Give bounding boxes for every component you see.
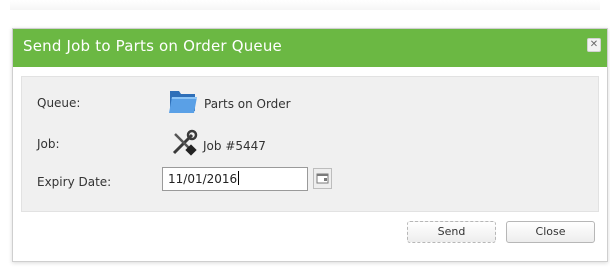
- expiry-date-input[interactable]: 11/01/2016: [162, 167, 308, 191]
- close-button[interactable]: Close: [506, 221, 595, 243]
- calendar-picker-button[interactable]: [313, 168, 332, 189]
- dialog-title: Send Job to Parts on Order Queue: [23, 37, 282, 55]
- text-caret: [238, 171, 240, 185]
- job-label: Job:: [37, 137, 60, 151]
- dialog-titlebar: Send Job to Parts on Order Queue ✕: [13, 29, 607, 67]
- close-icon[interactable]: ✕: [587, 38, 601, 52]
- expiry-date-label: Expiry Date:: [37, 175, 112, 189]
- tools-icon: [172, 129, 198, 156]
- folder-icon: [169, 91, 197, 113]
- send-button[interactable]: Send: [407, 221, 496, 243]
- queue-value: Parts on Order: [204, 97, 291, 111]
- background-edge: [10, 0, 600, 10]
- expiry-date-value: 11/01/2016: [168, 172, 238, 186]
- dialog-content: Queue: Parts on Order Job: Job #5447 Exp…: [21, 76, 599, 212]
- send-job-dialog: Send Job to Parts on Order Queue ✕ Queue…: [12, 28, 608, 262]
- job-value: Job #5447: [203, 139, 266, 153]
- calendar-icon: [316, 173, 329, 184]
- queue-label: Queue:: [37, 96, 81, 110]
- dialog-footer: Send Close: [13, 213, 607, 261]
